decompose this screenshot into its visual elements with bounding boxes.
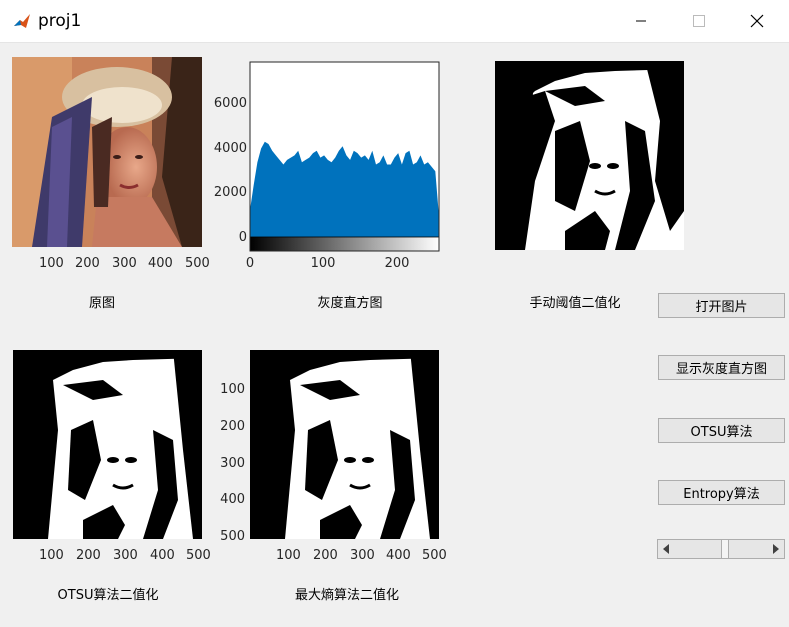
original-image-caption: 原图 bbox=[88, 296, 115, 311]
show-histogram-button[interactable]: 显示灰度直方图 bbox=[658, 355, 785, 380]
y-tick: 500 bbox=[220, 529, 245, 544]
otsu-binary-image bbox=[13, 350, 202, 539]
entropy-caption: 最大熵算法二值化 bbox=[294, 588, 399, 603]
close-icon bbox=[750, 14, 764, 28]
x-tick: 0 bbox=[245, 256, 255, 271]
open-image-button[interactable]: 打开图片 bbox=[658, 293, 785, 318]
x-tick: 300 bbox=[112, 256, 137, 271]
x-tick: 400 bbox=[150, 548, 175, 563]
maximize-icon bbox=[693, 15, 705, 27]
manual-threshold-caption: 手动阈值二值化 bbox=[529, 296, 621, 311]
y-tick: 200 bbox=[220, 419, 245, 434]
x-tick: 100 bbox=[39, 256, 64, 271]
entropy-button[interactable]: Entropy算法 bbox=[658, 480, 785, 505]
minimize-button[interactable] bbox=[612, 0, 670, 42]
threshold-slider[interactable] bbox=[657, 539, 785, 559]
window-title: proj1 bbox=[38, 11, 82, 31]
triangle-left-icon bbox=[663, 544, 669, 554]
matlab-app-icon bbox=[12, 12, 32, 32]
x-tick: 500 bbox=[186, 548, 211, 563]
triangle-right-icon bbox=[773, 544, 779, 554]
slider-right-arrow-button[interactable] bbox=[768, 540, 784, 558]
y-tick: 6000 bbox=[213, 96, 247, 111]
original-image bbox=[12, 57, 202, 247]
y-tick: 300 bbox=[220, 456, 245, 471]
y-tick: 100 bbox=[220, 382, 245, 397]
x-tick: 500 bbox=[185, 256, 210, 271]
entropy-binary-image bbox=[250, 350, 439, 539]
x-tick: 400 bbox=[148, 256, 173, 271]
x-tick: 100 bbox=[276, 548, 301, 563]
maximize-button[interactable] bbox=[670, 0, 728, 42]
x-tick: 200 bbox=[384, 256, 410, 271]
x-tick: 200 bbox=[75, 256, 100, 271]
x-tick: 300 bbox=[113, 548, 138, 563]
y-tick: 400 bbox=[220, 492, 245, 507]
x-tick: 400 bbox=[386, 548, 411, 563]
slider-left-arrow-button[interactable] bbox=[658, 540, 674, 558]
otsu-caption: OTSU算法二值化 bbox=[57, 588, 159, 603]
x-tick: 500 bbox=[422, 548, 447, 563]
grayscale-colorbar bbox=[249, 236, 440, 252]
y-tick: 4000 bbox=[213, 141, 247, 156]
manual-threshold-image bbox=[495, 61, 684, 250]
slider-thumb[interactable] bbox=[721, 540, 730, 558]
otsu-button[interactable]: OTSU算法 bbox=[658, 418, 785, 443]
minimize-icon bbox=[636, 20, 646, 22]
x-tick: 300 bbox=[350, 548, 375, 563]
histogram-chart bbox=[249, 61, 440, 252]
close-button[interactable] bbox=[728, 0, 786, 42]
x-tick: 100 bbox=[39, 548, 64, 563]
x-tick: 200 bbox=[313, 548, 338, 563]
x-tick: 200 bbox=[76, 548, 101, 563]
y-tick: 2000 bbox=[213, 185, 247, 200]
histogram-caption: 灰度直方图 bbox=[317, 296, 383, 311]
x-tick: 100 bbox=[310, 256, 336, 271]
y-tick: 0 bbox=[238, 230, 247, 245]
